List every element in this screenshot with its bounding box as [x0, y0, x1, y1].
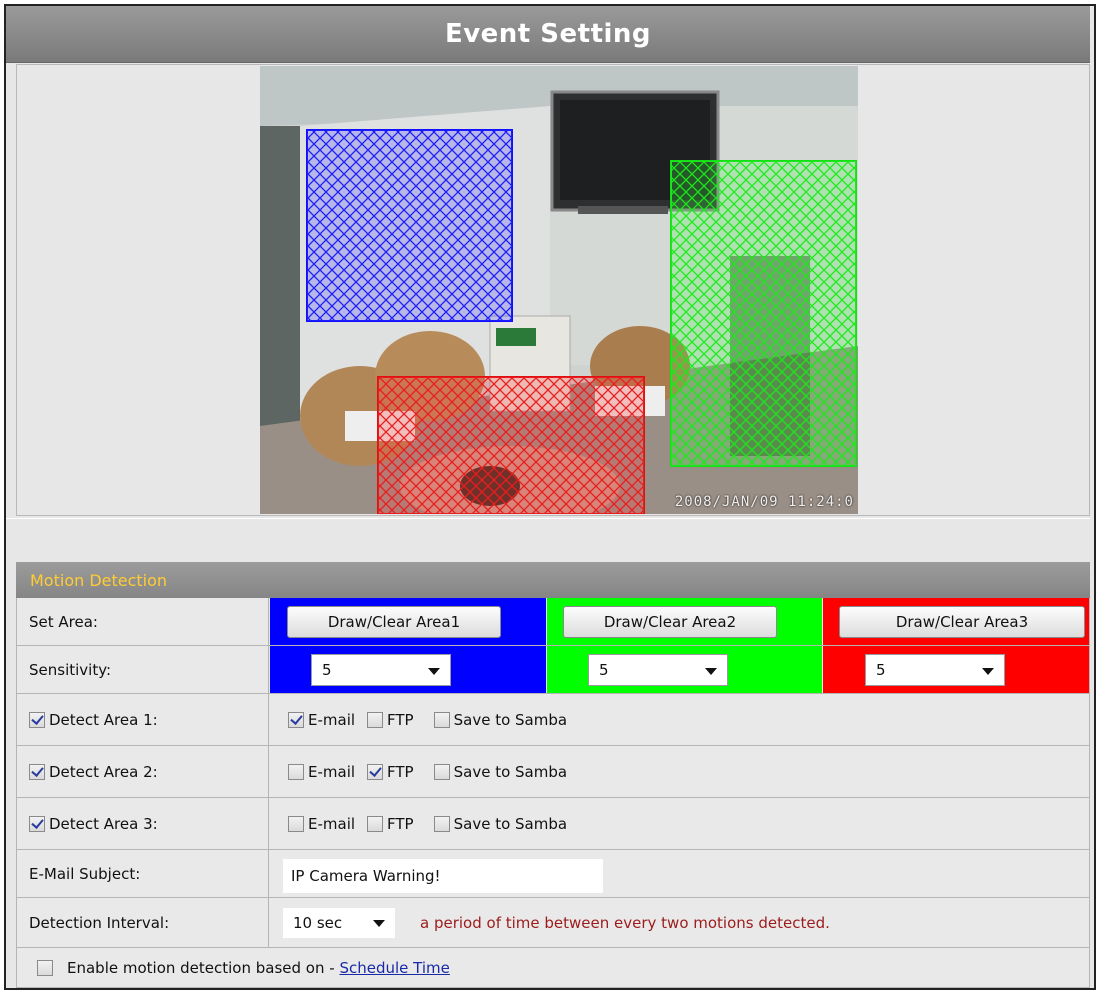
set-area-row: Set Area: Draw/Clear Area1 Draw/Clear Ar…	[16, 598, 1090, 646]
detect-area3-label: Detect Area 3:	[49, 814, 158, 833]
chevron-down-icon	[373, 920, 385, 927]
detect-area2-label: Detect Area 2:	[49, 762, 158, 781]
area1-ftp-label: FTP	[387, 710, 414, 729]
area3-email-label: E-mail	[308, 814, 356, 833]
detection-interval-row: Detection Interval: 10 sec a period of t…	[16, 898, 1090, 948]
area1-email-checkbox[interactable]	[288, 711, 304, 728]
area2-samba-checkbox[interactable]	[433, 763, 450, 780]
email-subject-label: E-Mail Subject:	[17, 850, 269, 897]
area2-email-checkbox[interactable]	[288, 763, 304, 780]
sensitivity-area1-value: 5	[322, 661, 332, 679]
area3-samba-checkbox[interactable]	[433, 815, 450, 832]
set-area-label: Set Area:	[17, 598, 269, 645]
schedule-checkbox[interactable]	[37, 959, 53, 976]
sensitivity-area2-value: 5	[599, 661, 609, 679]
page-title: Event Setting	[6, 6, 1090, 63]
detect-area1-label: Detect Area 1:	[49, 710, 158, 729]
sensitivity-label: Sensitivity:	[17, 646, 269, 693]
email-subject-cell	[270, 850, 1089, 897]
detect-area2-cell: Detect Area 2:	[17, 746, 269, 797]
detect-area1-row: Detect Area 1: E-mail FTP Save to Samba	[16, 694, 1090, 746]
area1-samba-label: Save to Samba	[453, 710, 568, 729]
section-header-motion-detection: Motion Detection	[16, 562, 1090, 598]
area1-samba-checkbox[interactable]	[433, 711, 450, 728]
email-subject-input[interactable]	[283, 859, 603, 893]
draw-clear-area3-button[interactable]: Draw/Clear Area3	[839, 606, 1085, 638]
detect-area3-row: Detect Area 3: E-mail FTP Save to Samba	[16, 798, 1090, 850]
area3-ftp-checkbox[interactable]	[367, 815, 384, 832]
area2-samba-label: Save to Samba	[453, 762, 568, 781]
chevron-down-icon	[428, 668, 440, 675]
chevron-down-icon	[982, 668, 994, 675]
detect-area3-options: E-mail FTP Save to Samba	[270, 798, 1089, 849]
detection-interval-hint: a period of time between every two motio…	[420, 913, 830, 932]
camera-preview[interactable]: 2008/JAN/09 11:24:0	[260, 66, 858, 514]
spacer	[6, 518, 1090, 563]
camera-timestamp: 2008/JAN/09 11:24:0	[674, 494, 854, 510]
detect-area1-options: E-mail FTP Save to Samba	[270, 694, 1089, 745]
sensitivity-area3-value: 5	[876, 661, 886, 679]
chevron-down-icon	[705, 668, 717, 675]
area3-samba-label: Save to Samba	[453, 814, 568, 833]
detect-area3-checkbox[interactable]	[29, 815, 45, 832]
draw-clear-area1-button[interactable]: Draw/Clear Area1	[287, 606, 501, 638]
email-subject-row: E-Mail Subject:	[16, 850, 1090, 898]
schedule-cell: Enable motion detection based on - Sched…	[37, 948, 450, 987]
sensitivity-row: Sensitivity: 5 5 5	[16, 646, 1090, 694]
draw-clear-area2-button[interactable]: Draw/Clear Area2	[563, 606, 777, 638]
area2-ftp-label: FTP	[387, 762, 414, 781]
area2-email-label: E-mail	[308, 762, 356, 781]
detect-area1-checkbox[interactable]	[29, 711, 45, 728]
detection-interval-label: Detection Interval:	[17, 898, 269, 947]
area3-ftp-label: FTP	[387, 814, 414, 833]
schedule-row: Enable motion detection based on - Sched…	[16, 948, 1090, 988]
schedule-time-link[interactable]: Schedule Time	[339, 959, 449, 977]
detect-area3-cell: Detect Area 3:	[17, 798, 269, 849]
area2-ftp-checkbox[interactable]	[367, 763, 384, 780]
camera-scene	[260, 66, 858, 514]
area3-email-checkbox[interactable]	[288, 815, 304, 832]
area1-email-label: E-mail	[308, 710, 356, 729]
detection-interval-value: 10 sec	[293, 914, 343, 932]
detect-area2-row: Detect Area 2: E-mail FTP Save to Samba	[16, 746, 1090, 798]
detection-interval-select[interactable]: 10 sec	[283, 908, 395, 938]
detect-area2-options: E-mail FTP Save to Samba	[270, 746, 1089, 797]
area1-ftp-checkbox[interactable]	[367, 711, 384, 728]
detection-interval-cell: 10 sec a period of time between every tw…	[270, 898, 1089, 947]
sensitivity-area1-select[interactable]: 5	[311, 654, 451, 686]
sensitivity-area3-select[interactable]: 5	[865, 654, 1005, 686]
detect-area1-cell: Detect Area 1:	[17, 694, 269, 745]
schedule-label: Enable motion detection based on -	[67, 958, 340, 977]
detect-area2-checkbox[interactable]	[29, 763, 45, 780]
sensitivity-area2-select[interactable]: 5	[588, 654, 728, 686]
